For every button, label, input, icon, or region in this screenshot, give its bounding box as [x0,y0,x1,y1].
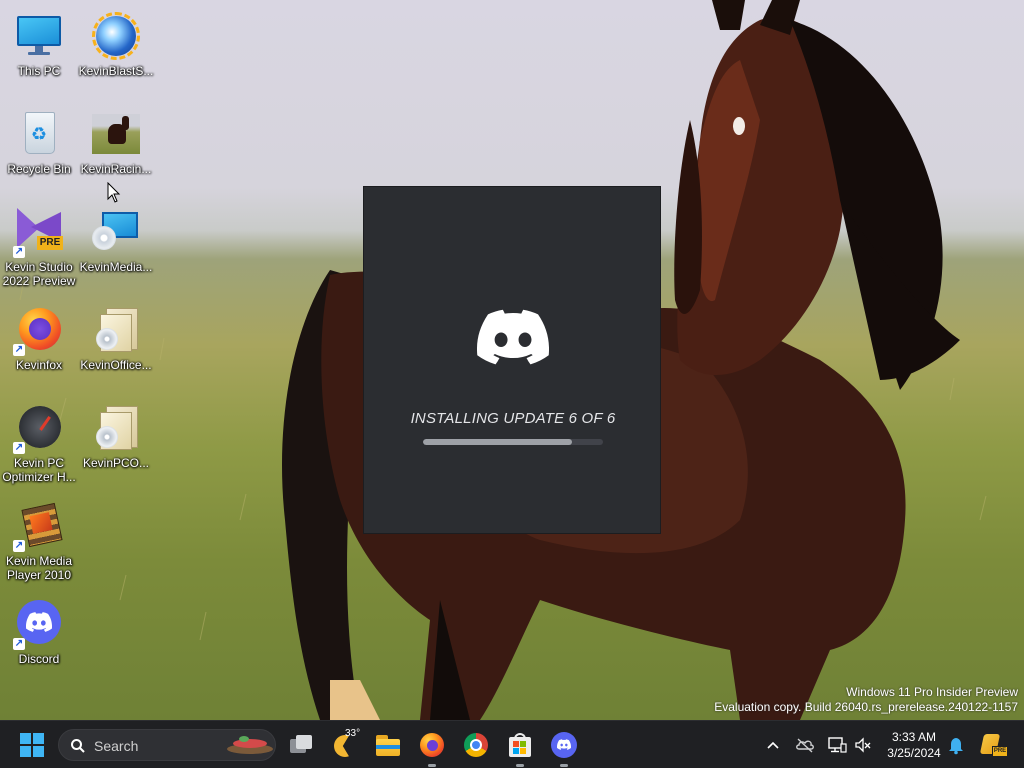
desktop-icon-label: KevinOffice... [80,358,152,372]
blast-globe-icon [92,12,140,60]
taskbar-file-explorer[interactable] [372,729,404,761]
chevron-up-icon [767,741,779,749]
visual-studio-preview-icon: PRE ↗ [13,208,63,258]
desktop-icon-kevinblast[interactable]: KevinBlastS... [77,6,155,98]
discord-updater-window: INSTALLING UPDATE 6 OF 6 [363,186,661,534]
discord-icon [551,732,577,758]
desktop-icon-label: Kevin Media Player 2010 [5,554,73,582]
media-player-film-icon: ↗ [13,502,63,552]
desktop-icon-kevinpco[interactable]: KevinPCO... [77,398,155,490]
weather-temperature: 33° [345,728,361,739]
search-placeholder: Search [94,738,139,754]
update-progress-fill [423,439,573,445]
desktop-icon-label: Discord [18,652,60,666]
desktop-icon-label: Kevin Studio 2022 Preview [2,260,76,288]
volume-muted-icon [855,737,871,753]
discord-icon: ↗ [13,600,63,650]
firefox-icon: ↗ [13,306,63,356]
notification-center-button[interactable] [946,735,966,755]
desktop-icon-label: KevinMedia... [79,260,153,274]
onedrive-tray-button[interactable] [795,735,815,755]
volume-tray-button[interactable] [853,735,873,755]
office-installer-icon [92,306,140,354]
desktop-icon-label: KevinPCO... [82,456,150,470]
firefox-icon [420,733,444,757]
copilot-preview-icon: PRE [979,732,1008,758]
taskbar-microsoft-store[interactable] [504,729,536,767]
watermark-edition: Windows 11 Pro Insider Preview [846,685,1018,699]
desktop-icon-label: KevinBlastS... [78,64,154,78]
taskbar-clock[interactable]: 3:33 AM 3/25/2024 [880,729,948,761]
desktop-icon-this-pc[interactable]: This PC [0,6,78,98]
network-tray-button[interactable] [827,735,847,755]
taskbar: Search 33° 3:33 AM 3/25/2024 PRE [0,720,1024,768]
search-highlight-image [227,736,273,754]
onedrive-offline-icon [796,738,814,753]
update-progress-bar [423,439,603,445]
mouse-cursor-icon [107,182,121,203]
desktop-icon-label: Kevinfox [15,358,63,372]
desktop-icon-kevin-pc-optimizer[interactable]: ↗ Kevin PC Optimizer H... [0,398,78,490]
search-icon [71,739,85,753]
discord-logo-icon [477,309,549,365]
pre-badge: PRE [37,236,63,250]
taskbar-firefox[interactable] [416,729,448,767]
windows-watermark: Windows 11 Pro Insider Preview Evaluatio… [714,685,1018,715]
desktop-icon-recycle-bin[interactable]: ♻ Recycle Bin [0,104,78,196]
desktop-icon-kevin-studio[interactable]: PRE ↗ Kevin Studio 2022 Preview [0,202,78,294]
desktop-icon-kevinoffice[interactable]: KevinOffice... [77,300,155,392]
desktop-icon-label: KevinRacin... [80,162,152,176]
horse-thumbnail-icon [92,110,140,158]
show-hidden-icons-button[interactable] [763,735,783,755]
network-icon [828,737,847,753]
media-disc-monitor-icon [92,208,140,256]
taskbar-discord[interactable] [548,729,580,767]
task-view-button[interactable] [286,729,318,761]
desktop-icon-label: Kevin PC Optimizer H... [2,456,76,484]
notification-bell-icon [949,738,963,755]
recycle-bin-icon: ♻ [15,110,63,158]
running-indicator [516,764,524,767]
shortcut-arrow-icon: ↗ [13,442,25,454]
clock-time: 3:33 AM [891,730,937,744]
desktop-icon-label: Recycle Bin [7,162,71,176]
desktop-icon-kevinfox[interactable]: ↗ Kevinfox [0,300,78,392]
shortcut-arrow-icon: ↗ [13,540,25,552]
running-indicator [428,764,436,767]
desktop-icon-kevinmedia[interactable]: KevinMedia... [77,202,155,294]
clock-date: 3/25/2024 [887,746,941,760]
copilot-button[interactable]: PRE [979,732,1008,758]
running-indicator [560,764,568,767]
installer-package-icon [92,404,140,452]
chrome-icon [464,733,488,757]
desktop-icon-discord[interactable]: ↗ Discord [0,594,78,686]
speedometer-icon: ↗ [13,404,63,454]
start-button[interactable] [16,729,48,761]
windows-logo-icon [20,733,44,757]
shortcut-arrow-icon: ↗ [13,638,25,650]
watermark-build: Evaluation copy. Build 26040.rs_prerelea… [714,700,1018,714]
taskbar-chrome[interactable] [460,729,492,761]
update-status-text: INSTALLING UPDATE 6 OF 6 [410,410,616,427]
shortcut-arrow-icon: ↗ [13,246,25,258]
desktop-icon-kevin-media-player[interactable]: ↗ Kevin Media Player 2010 [0,496,78,588]
shortcut-arrow-icon: ↗ [13,344,25,356]
taskbar-search-box[interactable]: Search [58,729,276,761]
monitor-icon [15,12,63,60]
desktop-icon-label: This PC [17,64,61,78]
